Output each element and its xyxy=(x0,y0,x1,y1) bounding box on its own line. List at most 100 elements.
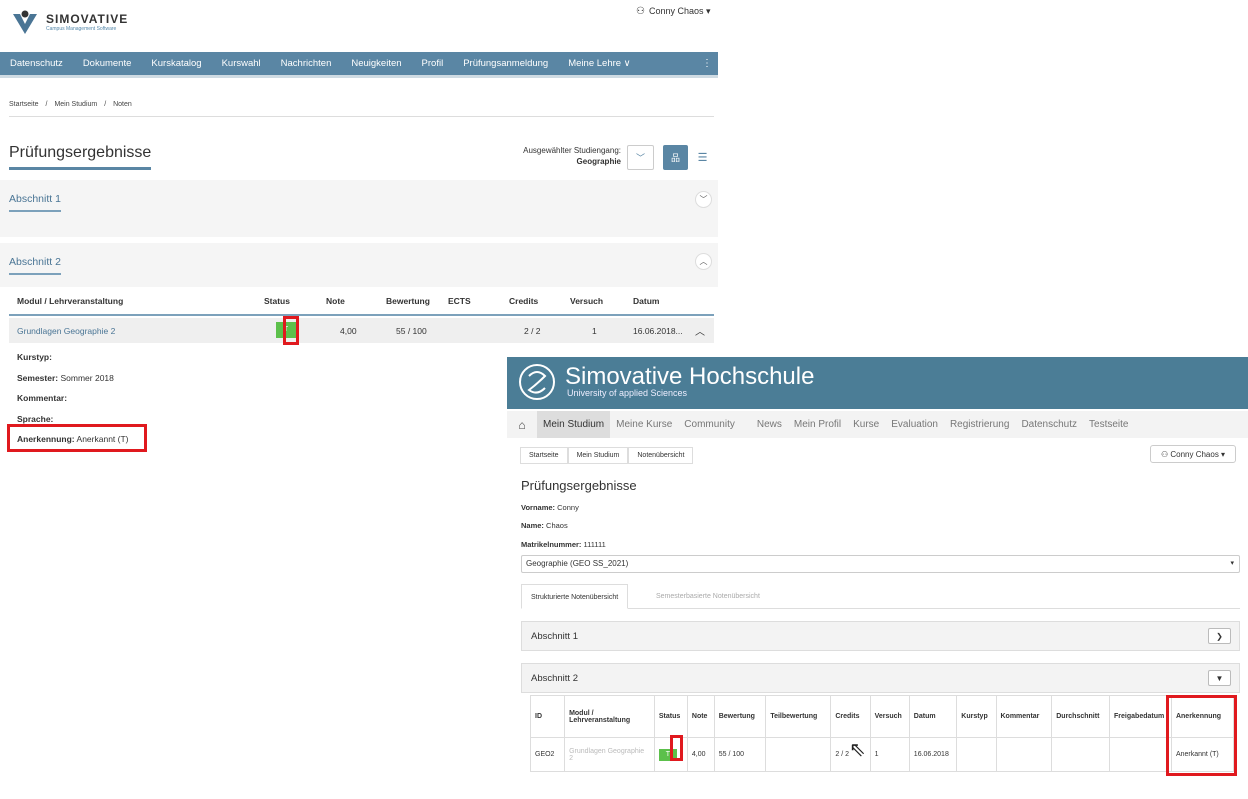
list-view-button[interactable]: ☰ xyxy=(690,145,715,170)
col-freigabedatum: Freigabedatum xyxy=(1109,695,1172,738)
detail-kommentar: Kommentar: xyxy=(17,393,68,403)
caret-down-icon: ▾ xyxy=(1230,560,1234,567)
home-icon[interactable]: ⌂ xyxy=(507,418,537,432)
detail-semester: Semester: Sommer 2018 xyxy=(17,372,114,383)
cell-note: 4,00 xyxy=(686,737,715,772)
nav-item-registrierung[interactable]: Registrierung xyxy=(944,419,1015,430)
section-abschnitt-2[interactable]: Abschnitt 2 ︿ xyxy=(0,243,718,287)
grades-table: ID Modul / Lehrveranstaltung Status Note… xyxy=(529,695,1235,772)
nav-item-datenschutz[interactable]: Datenschutz xyxy=(0,58,73,69)
studiengang-info: Ausgewählter Studiengang: Geographie xyxy=(500,146,621,166)
breadcrumb: Startseite Mein Studium Notenübersicht xyxy=(520,447,694,464)
col-bewertung: Bewertung xyxy=(386,296,430,306)
nav-item-dokumente[interactable]: Dokumente xyxy=(73,58,142,69)
tree-view-button[interactable]: 品 xyxy=(663,145,688,170)
breadcrumb-noten: Noten xyxy=(113,101,132,108)
nav-item-pruefungsanmeldung[interactable]: Prüfungsanmeldung xyxy=(453,58,558,69)
table-header: Modul / Lehrveranstaltung Status Note Be… xyxy=(9,292,714,316)
highlight-status-box xyxy=(670,735,683,761)
section-abschnitt-1[interactable]: Abschnitt 1 ﹀ xyxy=(0,180,718,237)
studiengang-dropdown-button[interactable]: ﹀ xyxy=(627,145,654,170)
more-menu-icon[interactable]: ⋮ xyxy=(702,58,712,69)
hierarchy-icon: 品 xyxy=(670,153,680,163)
credits-value: 2 / 2 xyxy=(524,326,541,336)
user-icon: ⚇ xyxy=(636,6,645,17)
studiengang-select[interactable]: Geographie (GEO SS_2021) ▾ xyxy=(521,555,1240,573)
nav-item-testseite[interactable]: Testseite xyxy=(1083,419,1134,430)
nav-item-nachrichten[interactable]: Nachrichten xyxy=(271,58,342,69)
panel-abschnitt-2[interactable]: Abschnitt 2 ▼ xyxy=(521,663,1240,693)
col-credits: Credits xyxy=(830,695,871,738)
table-row[interactable]: Grundlagen Geographie 2 T 4,00 55 / 100 … xyxy=(9,318,714,343)
hochschule-logo-icon xyxy=(519,364,555,400)
modul-link[interactable]: Grundlagen Geographie 2 xyxy=(17,326,115,336)
col-versuch: Versuch xyxy=(869,695,910,738)
chevron-up-icon[interactable]: ︿ xyxy=(695,253,712,270)
mouse-cursor-icon: ⇖ xyxy=(849,739,866,761)
nav-item-mein-profil[interactable]: Mein Profil xyxy=(788,419,847,430)
col-durchschnitt: Durchschnitt xyxy=(1051,695,1111,738)
nav-item-datenschutz[interactable]: Datenschutz xyxy=(1015,419,1083,430)
hochschule-header: Simovative Hochschule University of appl… xyxy=(507,357,1248,409)
chevron-up-icon[interactable]: ︿ xyxy=(695,323,705,338)
tab-strukturierte-notenuebersicht[interactable]: Strukturierte Notenübersicht xyxy=(521,584,629,609)
col-kommentar: Kommentar xyxy=(995,695,1053,738)
simovative-logo[interactable]: SIMOVATIVE Campus Management Software xyxy=(10,8,128,36)
nav-item-neuigkeiten[interactable]: Neuigkeiten xyxy=(341,58,411,69)
col-datum: Datum xyxy=(908,695,958,738)
chevron-down-icon[interactable]: ▼ xyxy=(1208,670,1231,686)
studiengang-selected-value: Geographie (GEO SS_2021) xyxy=(526,559,629,568)
versuch-value: 1 xyxy=(592,326,597,336)
page-title: Prüfungsergebnisse xyxy=(9,144,152,170)
info-name: Name: Chaos xyxy=(521,521,568,530)
col-note: Note xyxy=(326,296,345,306)
logo-subtitle: Campus Management Software xyxy=(46,26,117,32)
chevron-down-icon[interactable]: ﹀ xyxy=(695,191,712,208)
panel-abschnitt-1[interactable]: Abschnitt 1 ❯ xyxy=(521,621,1240,651)
nav-item-kurse[interactable]: Kurse xyxy=(847,419,885,430)
section-title[interactable]: Abschnitt 2 xyxy=(9,256,61,275)
simovative-logo-icon xyxy=(13,10,37,34)
breadcrumb-mein-studium[interactable]: Mein Studium xyxy=(54,101,97,108)
table-row[interactable]: GEO2 Grundlagen Geographie 2 T 4,00 55 /… xyxy=(529,737,1235,772)
breadcrumb-startseite[interactable]: Startseite xyxy=(520,447,568,464)
col-bewertung: Bewertung xyxy=(713,695,767,738)
cell-modul[interactable]: Grundlagen Geographie 2 xyxy=(564,737,655,772)
nav-item-profil[interactable]: Profil xyxy=(412,58,454,69)
col-ects: ECTS xyxy=(448,296,471,306)
cell-durchschnitt xyxy=(1051,737,1111,772)
nav-item-meine-lehre[interactable]: Meine Lehre ∨ xyxy=(558,58,640,69)
nav-item-meine-kurse[interactable]: Meine Kurse xyxy=(610,419,678,430)
breadcrumb-mein-studium[interactable]: Mein Studium xyxy=(567,447,629,464)
col-datum: Datum xyxy=(633,296,660,306)
datum-value: 16.06.2018... xyxy=(633,326,683,336)
user-menu-button[interactable]: ⚇ Conny Chaos ▾ xyxy=(1150,445,1236,463)
chevron-right-icon[interactable]: ❯ xyxy=(1208,628,1231,644)
user-menu[interactable]: ⚇ Conny Chaos ▾ xyxy=(636,6,711,17)
breadcrumb: Startseite / Mein Studium / Noten xyxy=(9,101,714,117)
breadcrumb-separator: / xyxy=(104,101,107,108)
tabs: Strukturierte Notenübersicht Semesterbas… xyxy=(521,584,1240,609)
breadcrumb-startseite[interactable]: Startseite xyxy=(9,101,39,108)
highlight-anerkennung-box xyxy=(1166,695,1237,776)
section-title[interactable]: Abschnitt 1 xyxy=(9,193,61,212)
studiengang-value: Geographie xyxy=(576,157,621,166)
cell-bewertung: 55 / 100 xyxy=(713,737,767,772)
tab-semesterbasierte-notenuebersicht[interactable]: Semesterbasierte Notenübersicht xyxy=(647,584,769,609)
cell-id: GEO2 xyxy=(529,737,566,772)
bewertung-value: 55 / 100 xyxy=(396,326,427,336)
nav-item-kurskatalog[interactable]: Kurskatalog xyxy=(141,58,211,69)
nav-item-community[interactable]: Community xyxy=(678,419,741,430)
col-status: Status xyxy=(264,296,290,306)
col-teilbewertung: Teilbewertung xyxy=(765,695,832,738)
user-menu-label: Conny Chaos ▾ xyxy=(648,6,711,16)
nav-item-kurswahl[interactable]: Kurswahl xyxy=(212,58,271,69)
nav-item-evaluation[interactable]: Evaluation xyxy=(885,419,944,430)
logo-title: SIMOVATIVE xyxy=(46,12,129,26)
col-id: ID xyxy=(529,695,566,738)
nav-item-news[interactable]: News xyxy=(751,419,788,430)
nav-item-mein-studium[interactable]: Mein Studium xyxy=(537,411,611,438)
page-title: Prüfungsergebnisse xyxy=(521,478,637,493)
info-vorname: Vorname: Conny xyxy=(521,503,579,512)
highlight-status-box xyxy=(283,316,299,345)
